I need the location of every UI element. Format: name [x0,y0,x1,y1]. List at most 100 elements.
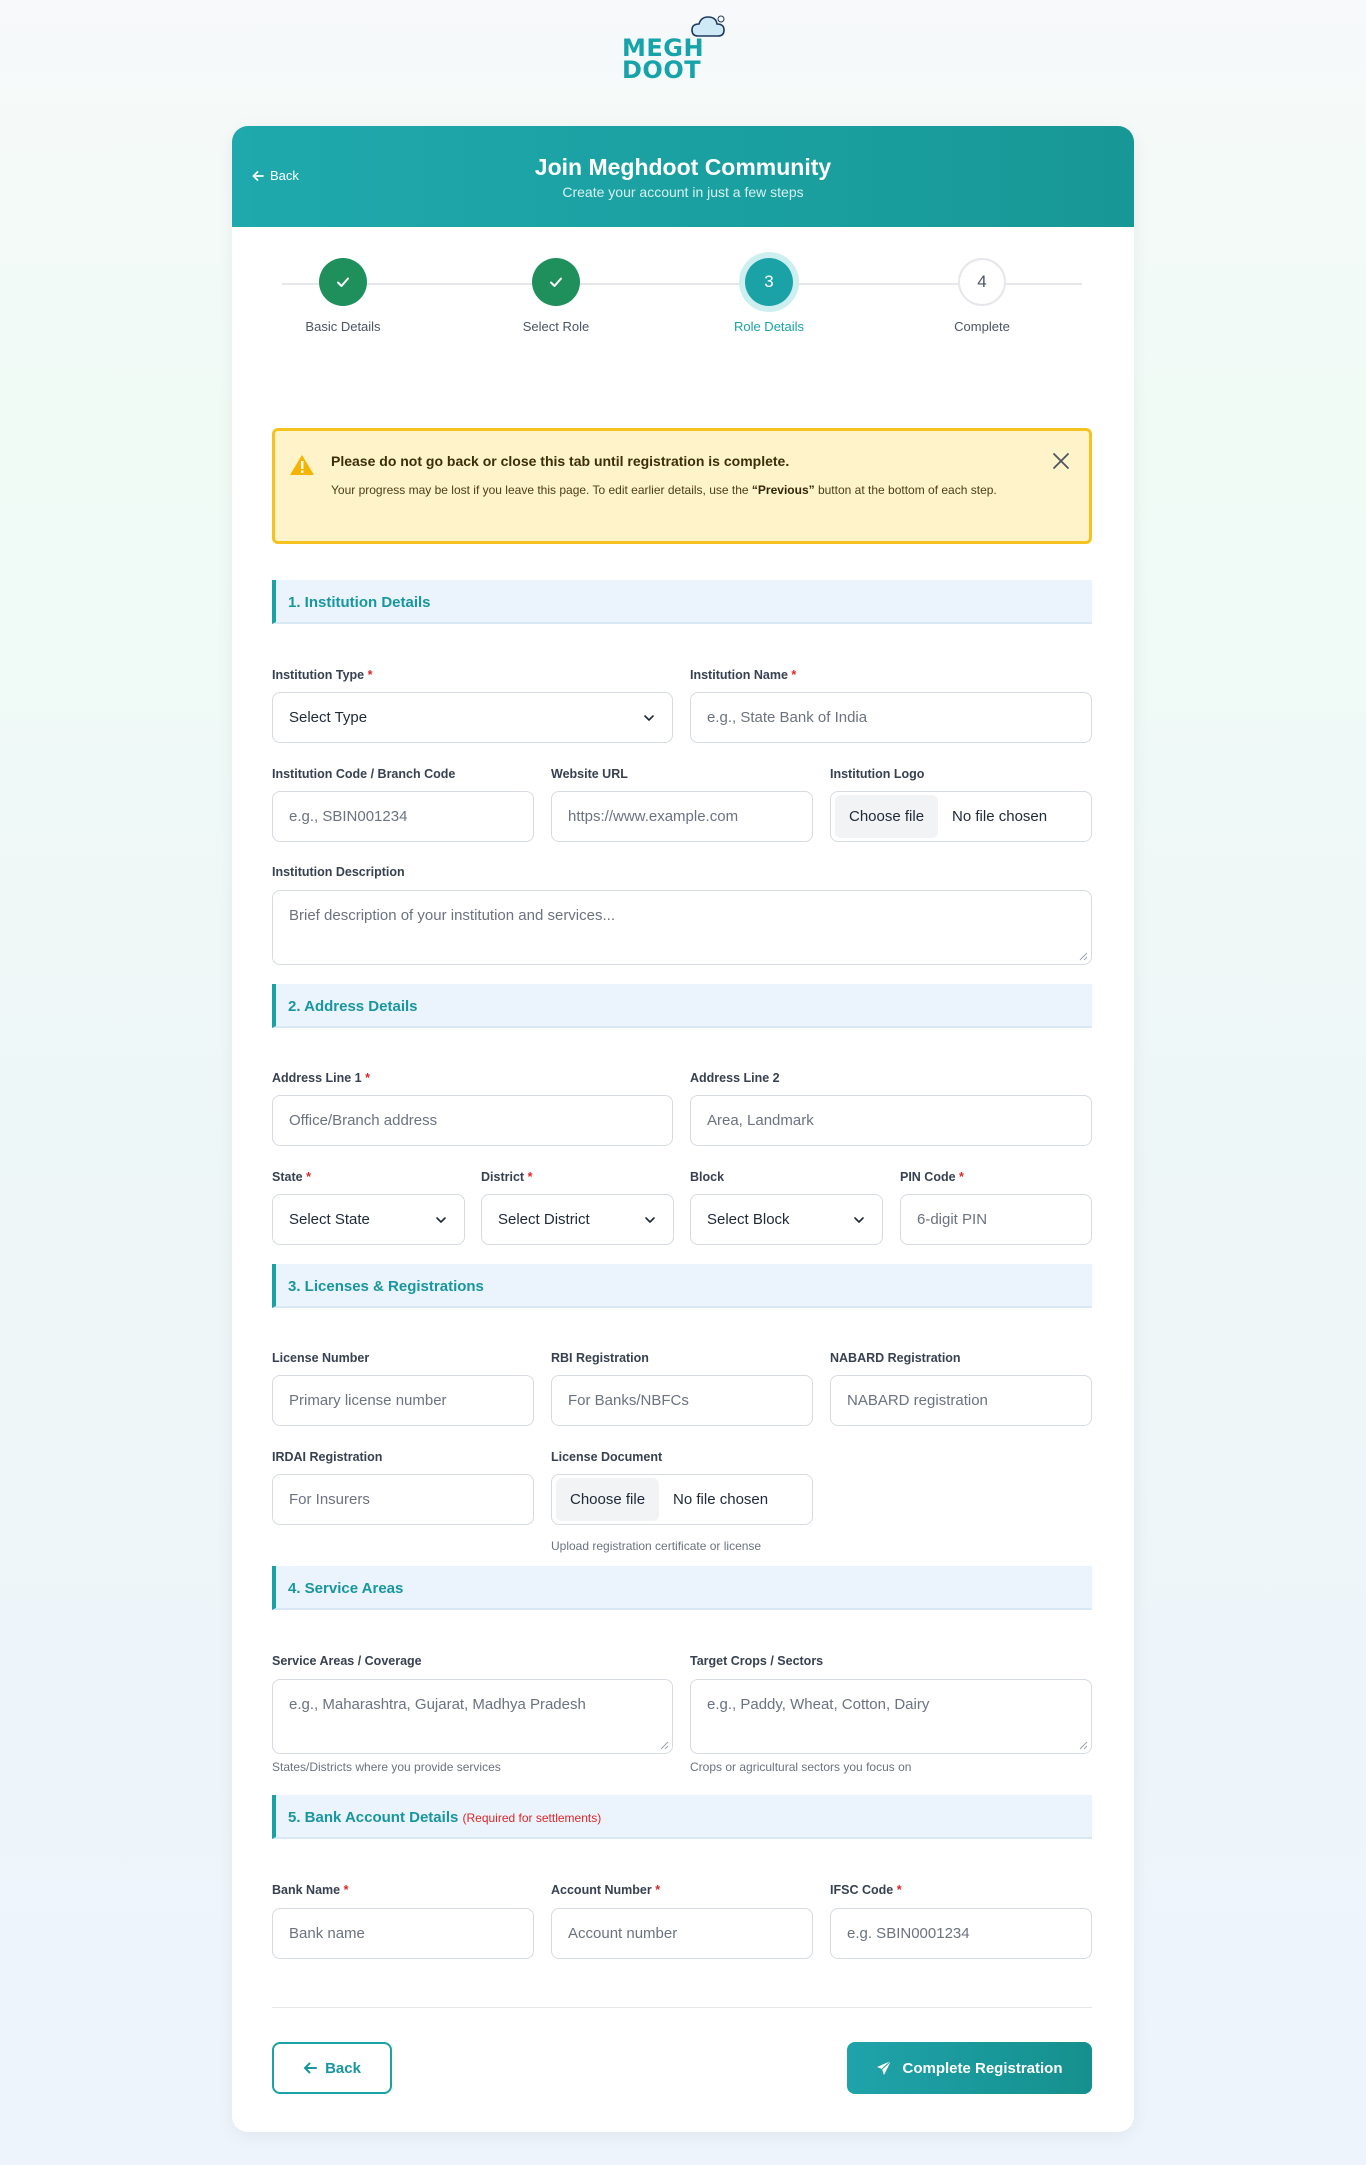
account-number-placeholder: Account number [568,1925,678,1942]
logo-text-line2: DOOT [622,56,702,84]
service-areas-textarea[interactable]: e.g., Maharashtra, Gujarat, Madhya Prade… [272,1679,673,1754]
choose-file-button[interactable]: Choose file [556,1478,660,1521]
section-bank-account: 5. Bank Account Details (Required for se… [272,1795,1092,1839]
section-title-text: 5. Bank Account Details [288,1809,459,1826]
institution-name-label-text: Institution Name [690,668,788,682]
file-status: No file chosen [952,808,1048,825]
registration-card: Back Join Meghdoot Community Create your… [232,126,1134,2132]
required-marker: * [791,668,797,682]
bank-name-input[interactable]: Bank name [272,1908,534,1959]
state-select[interactable]: Select State [272,1194,465,1245]
chevron-down-icon [644,714,654,721]
institution-logo-file-input[interactable]: Choose file No file chosen [830,791,1092,842]
institution-description-textarea[interactable]: Brief description of your institution an… [272,890,1092,965]
block-select[interactable]: Select Block [690,1194,883,1245]
address-line1-label-text: Address Line 1 [272,1071,362,1085]
section-address-details: 2. Address Details [272,984,1092,1028]
complete-registration-button[interactable]: Complete Registration [847,2042,1092,2094]
required-marker: * [343,1883,349,1897]
section-institution-details: 1. Institution Details [272,580,1092,624]
step-label: Complete [954,319,1010,334]
license-document-hint: Upload registration certificate or licen… [551,1539,762,1553]
rbi-registration-placeholder: For Banks/NBFCs [568,1392,689,1409]
institution-name-label: Institution Name * [690,668,796,682]
required-marker: * [959,1170,964,1184]
resize-handle-icon[interactable] [660,1741,669,1750]
section-licenses: 3. Licenses & Registrations [272,1264,1092,1308]
license-number-placeholder: Primary license number [289,1392,447,1409]
account-number-label: Account Number * [551,1883,660,1897]
card-header: Back Join Meghdoot Community Create your… [232,126,1134,227]
rbi-registration-label: RBI Registration [551,1351,649,1365]
district-value: Select District [498,1211,590,1228]
pin-code-placeholder: 6-digit PIN [917,1211,988,1228]
address-line2-input[interactable]: Area, Landmark [690,1095,1092,1146]
district-select[interactable]: Select District [481,1194,674,1245]
required-marker: * [896,1883,902,1897]
institution-type-select[interactable]: Select Type [272,692,673,743]
address-line1-input[interactable]: Office/Branch address [272,1095,673,1146]
required-marker: * [655,1883,661,1897]
back-button[interactable]: Back [272,2042,392,2094]
license-document-file-input[interactable]: Choose file No file chosen [551,1474,813,1525]
step-label: Select Role [522,319,590,334]
check-icon [319,258,367,306]
choose-file-button[interactable]: Choose file [835,795,939,838]
pin-code-label-text: PIN Code [900,1170,956,1184]
required-marker: * [367,668,373,682]
warning-title: Please do not go back or close this tab … [331,453,790,469]
district-label-text: District [481,1170,525,1184]
section-title: 3. Licenses & Registrations [288,1278,484,1295]
institution-name-input[interactable]: e.g., State Bank of India [690,692,1092,743]
ifsc-code-input[interactable]: e.g. SBIN0001234 [830,1908,1092,1959]
bank-name-placeholder: Bank name [289,1925,365,1942]
close-icon[interactable] [1049,449,1073,473]
target-crops-textarea[interactable]: e.g., Paddy, Wheat, Cotton, Dairy [690,1679,1092,1754]
required-marker: * [306,1170,311,1184]
block-label: Block [690,1170,725,1184]
step-label: Basic Details [305,319,381,334]
check-icon [532,258,580,306]
chevron-down-icon [854,1216,864,1223]
bank-name-label-text: Bank Name [272,1883,341,1897]
complete-registration-label: Complete Registration [902,2059,1063,2077]
institution-code-placeholder: e.g., SBIN001234 [289,808,408,825]
website-url-label: Website URL [551,767,628,781]
institution-code-input[interactable]: e.g., SBIN001234 [272,791,534,842]
target-crops-label: Target Crops / Sectors [690,1654,824,1668]
pin-code-input[interactable]: 6-digit PIN [900,1194,1092,1245]
step-select-role: Select Role [476,258,636,334]
district-label: District * [481,1170,532,1184]
pin-code-label: PIN Code * [900,1170,964,1184]
chevron-down-icon [645,1216,655,1223]
footer-divider [272,2007,1092,2008]
website-url-input[interactable]: https://www.example.com [551,791,813,842]
license-number-label: License Number [272,1351,370,1365]
resize-handle-icon[interactable] [1079,1741,1088,1750]
warning-icon [290,455,314,475]
meghdoot-logo: MEGH DOOT [620,14,730,84]
warning-banner: Please do not go back or close this tab … [272,428,1092,544]
institution-logo-label: Institution Logo [830,767,925,781]
address-line1-placeholder: Office/Branch address [289,1112,438,1129]
ifsc-code-label-text: IFSC Code [830,1883,894,1897]
account-number-input[interactable]: Account number [551,1908,813,1959]
page-subtitle: Create your account in just a few steps [562,184,804,200]
license-number-input[interactable]: Primary license number [272,1375,534,1426]
state-label: State * [272,1170,311,1184]
warning-text-bold: “Previous” [751,483,815,497]
required-marker: * [527,1170,533,1184]
nabard-registration-input[interactable]: NABARD registration [830,1375,1092,1426]
file-status: No file chosen [673,1491,769,1508]
institution-description-placeholder: Brief description of your institution an… [289,907,615,924]
service-areas-label: Service Areas / Coverage [272,1654,422,1668]
rbi-registration-input[interactable]: For Banks/NBFCs [551,1375,813,1426]
bank-name-label: Bank Name * [272,1883,348,1897]
resize-handle-icon[interactable] [1079,952,1088,961]
institution-description-label: Institution Description [272,865,405,879]
step-number: 4 [958,258,1006,306]
warning-text: Your progress may be lost if you leave t… [331,479,1031,502]
page-title: Join Meghdoot Community [534,154,832,180]
step-basic-details: Basic Details [263,258,423,334]
irdai-registration-input[interactable]: For Insurers [272,1474,534,1525]
